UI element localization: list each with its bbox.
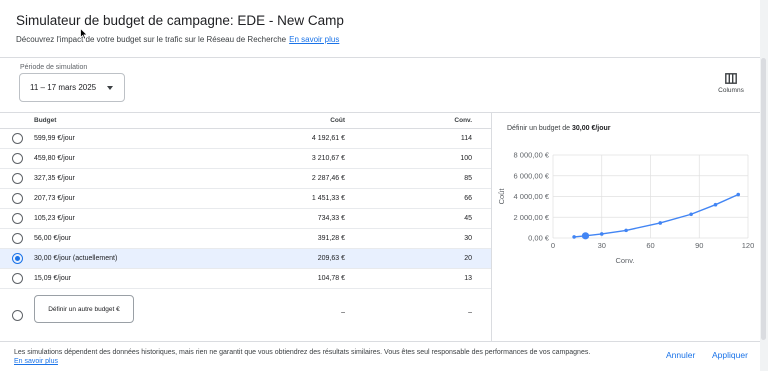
radio-button[interactable] (12, 233, 23, 244)
panel-divider (491, 112, 492, 341)
cell-cout: 391,28 € (317, 235, 345, 242)
table-row[interactable]: 56,00 €/jour 391,28 € 30 (0, 229, 491, 249)
cell-budget: 15,09 €/jour (34, 275, 71, 282)
data-point (599, 232, 604, 236)
cell-conv: 20 (464, 255, 472, 262)
data-point (658, 221, 663, 225)
custom-budget-button[interactable]: Définir un autre budget € (34, 295, 134, 323)
learn-more-link[interactable]: En savoir plus (289, 35, 339, 44)
radio-button[interactable] (12, 193, 23, 204)
table-row[interactable]: 599,99 €/jour 4 192,61 € 114 (0, 129, 491, 149)
header-conv: Conv. (454, 117, 472, 124)
cell-cout: 4 192,61 € (311, 135, 345, 142)
x-axis-label: Conv. (615, 256, 634, 265)
cancel-button[interactable]: Annuler (666, 350, 695, 360)
y-tick-label: 8 000,00 € (514, 151, 550, 160)
y-tick-label: 2 000,00 € (514, 213, 550, 222)
chart-title-prefix: Définir un budget de (507, 125, 571, 132)
chart-title-value: 30,00 €/jour (572, 125, 611, 132)
mouse-cursor-icon (80, 28, 88, 40)
data-point (624, 228, 628, 233)
cell-budget: 599,99 €/jour (34, 135, 75, 142)
header-cout: Coût (330, 117, 345, 124)
footer-divider (0, 341, 760, 342)
footer-disclaimer: Les simulations dépendent des données hi… (14, 348, 654, 366)
cell-cout: 3 210,67 € (311, 155, 345, 162)
chart-title: Définir un budget de 30,00 €/jour (507, 125, 611, 132)
data-point (736, 192, 741, 197)
cell-conv: 114 (460, 135, 472, 142)
cell-conv: 85 (464, 175, 472, 182)
x-tick-label: 90 (695, 241, 703, 250)
radio-dot-icon (15, 256, 20, 261)
table-row[interactable]: 105,23 €/jour 734,33 € 45 (0, 209, 491, 229)
period-label: Période de simulation (20, 64, 88, 71)
period-value: 11 – 17 mars 2025 (30, 83, 97, 92)
y-tick-label: 6 000,00 € (514, 171, 550, 180)
data-point (572, 235, 576, 239)
x-tick-label: 0 (551, 241, 555, 250)
budget-table: Budget Coût Conv. 599,99 €/jour 4 192,61 … (0, 112, 491, 342)
y-tick-label: 4 000,00 € (514, 192, 550, 201)
current-budget-marker (581, 232, 590, 240)
footer-learn-more-link[interactable]: En savoir plus (14, 358, 58, 365)
cell-cout: – (341, 309, 345, 316)
cell-budget: 30,00 €/jour (actuellement) (34, 255, 118, 262)
cell-conv: 30 (464, 235, 472, 242)
dialog-subtitle: Découvrez l'impact de votre budget sur l… (16, 35, 339, 44)
radio-button[interactable] (12, 133, 23, 144)
cell-budget: 56,00 €/jour (34, 235, 71, 242)
dialog-header: Simulateur de budget de campagne: EDE - … (0, 0, 760, 58)
table-row[interactable]: 15,09 €/jour 104,78 € 13 (0, 269, 491, 289)
table-row[interactable]: 207,73 €/jour 1 451,33 € 66 (0, 189, 491, 209)
table-row[interactable]: 327,35 €/jour 2 287,46 € 85 (0, 169, 491, 189)
caret-down-icon (107, 86, 113, 90)
cell-cout: 209,63 € (317, 255, 345, 262)
cell-conv: 66 (464, 195, 472, 202)
header-budget: Budget (34, 117, 57, 124)
cell-cout: 2 287,46 € (311, 175, 345, 182)
cell-conv: 13 (464, 275, 472, 282)
radio-button[interactable] (12, 213, 23, 224)
period-dropdown[interactable]: 11 – 17 mars 2025 (19, 73, 125, 102)
radio-button[interactable] (12, 173, 23, 184)
table-row[interactable]: 459,80 €/jour 3 210,67 € 100 (0, 149, 491, 169)
custom-budget-label: Définir un autre budget € (48, 306, 120, 313)
table-row-custom: Définir un autre budget € – – (0, 289, 491, 341)
radio-button-checked[interactable] (12, 253, 23, 264)
table-row[interactable]: 30,00 €/jour (actuellement) 209,63 € 20 (0, 249, 491, 269)
cell-cout: 1 451,33 € (311, 195, 345, 202)
x-tick-label: 30 (598, 241, 606, 250)
table-header: Budget Coût Conv. (0, 112, 491, 129)
cell-conv: – (468, 309, 472, 316)
subtitle-text: Découvrez l'impact de votre budget sur l… (16, 35, 287, 44)
cell-cout: 734,33 € (317, 215, 345, 222)
y-tick-label: 0,00 € (528, 234, 550, 243)
data-point (713, 202, 718, 207)
apply-button[interactable]: Appliquer (712, 350, 748, 360)
disclaimer-text: Les simulations dépendent des données hi… (14, 349, 591, 356)
columns-label: Columns (718, 87, 744, 94)
y-axis-label: Coût (497, 188, 506, 205)
cell-budget: 327,35 €/jour (34, 175, 75, 182)
series-line (574, 193, 739, 238)
cell-conv: 100 (460, 155, 472, 162)
cell-budget: 105,23 €/jour (34, 215, 75, 222)
dialog-title: Simulateur de budget de campagne: EDE - … (16, 13, 344, 28)
scrollbar-thumb[interactable] (761, 58, 766, 340)
cell-cout: 104,78 € (317, 275, 345, 282)
cell-budget: 459,80 €/jour (34, 155, 75, 162)
columns-button[interactable]: Columns (712, 70, 748, 98)
cell-conv: 45 (464, 215, 472, 222)
radio-button[interactable] (12, 310, 23, 321)
columns-icon (725, 73, 737, 84)
data-point (689, 212, 693, 217)
x-tick-label: 60 (646, 241, 654, 250)
radio-button[interactable] (12, 153, 23, 164)
cell-budget: 207,73 €/jour (34, 195, 75, 202)
radio-button[interactable] (12, 273, 23, 284)
cost-conversion-chart: 0,00 € 2 000,00 € 4 000,00 € 6 000,00 € 8 00… (497, 151, 755, 266)
x-tick-label: 120 (742, 241, 755, 250)
